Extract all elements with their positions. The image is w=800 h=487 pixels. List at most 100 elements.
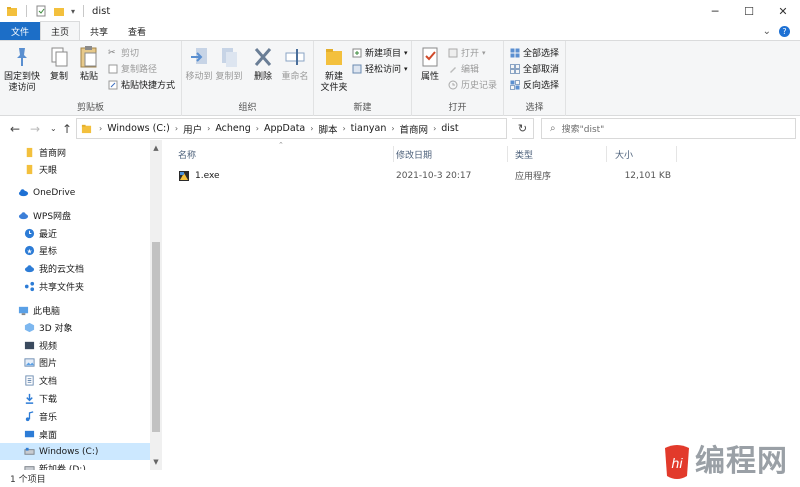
navigation-scrollbar[interactable]: ▲ ▼ <box>150 140 162 470</box>
move-to-button[interactable]: 移动到 <box>184 45 214 83</box>
folder-icon <box>26 147 33 158</box>
new-item-button[interactable]: 新建项目 ▾ <box>352 46 408 59</box>
nav-item-pictures[interactable]: 图片 <box>0 354 150 371</box>
nav-item-starred[interactable]: ★ 星标 <box>0 242 150 259</box>
tab-view[interactable]: 查看 <box>118 22 156 40</box>
rename-icon <box>285 49 305 65</box>
scrollbar-thumb[interactable] <box>152 242 160 432</box>
breadcrumb-user[interactable]: Acheng <box>215 123 250 134</box>
nav-item-shared-folder[interactable]: 共享文件夹 <box>0 278 150 295</box>
breadcrumb-shoushang[interactable]: 首商网 <box>400 122 429 136</box>
invert-selection-button[interactable]: 反向选择 <box>510 78 559 91</box>
copy-to-button[interactable]: 复制到 <box>214 45 244 83</box>
nav-item-downloads[interactable]: 下载 <box>0 390 150 407</box>
tab-file[interactable]: 文件 <box>0 22 40 40</box>
breadcrumb-users[interactable]: 用户 <box>183 122 202 136</box>
cut-button[interactable]: ✂ 剪切 <box>108 46 139 60</box>
customize-toolbar-icon[interactable]: ▾ <box>71 7 75 16</box>
breadcrumb-appdata[interactable]: AppData <box>264 123 305 134</box>
select-none-button[interactable]: 全部取消 <box>510 62 559 75</box>
delete-label: 删除 <box>253 72 272 82</box>
nav-item-label: 3D 对象 <box>39 324 73 334</box>
document-icon <box>25 375 34 386</box>
new-folder-icon <box>326 49 342 65</box>
edit-button[interactable]: 编辑 <box>448 62 479 75</box>
cube-icon <box>24 322 35 333</box>
select-all-label: 全部选择 <box>523 49 560 59</box>
tab-share[interactable]: 共享 <box>80 22 118 40</box>
nav-item-label: 音乐 <box>39 413 58 423</box>
nav-item-cloud-docs[interactable]: 我的云文档 <box>0 260 150 277</box>
history-button[interactable]: 历史记录 <box>448 78 497 91</box>
paste-button[interactable]: 粘贴 <box>76 45 102 83</box>
select-all-icon <box>510 48 520 57</box>
breadcrumb-tianyan[interactable]: tianyan <box>351 123 387 134</box>
delete-button[interactable]: 删除 <box>250 45 276 83</box>
column-header-name[interactable]: 名称 ⌃ <box>170 141 394 162</box>
file-name: 1.exe <box>195 170 220 181</box>
back-arrow-icon[interactable]: ← <box>10 122 20 136</box>
nav-item-tianyan[interactable]: 天眼 <box>0 161 150 178</box>
close-button[interactable]: ✕ <box>766 0 800 22</box>
minimize-button[interactable]: ─ <box>698 0 732 22</box>
breadcrumb-drive[interactable]: Windows (C:) <box>107 123 170 134</box>
copy-path-button[interactable]: 复制路径 <box>108 62 157 75</box>
table-row[interactable]: 1.exe 2021-10-3 20:17 应用程序 12,101 KB <box>170 167 680 184</box>
nav-item-label: 我的云文档 <box>39 265 85 275</box>
pin-quick-access-button[interactable]: 固定到快 速访问 <box>3 45 41 94</box>
chevron-down-icon[interactable]: ⌄ <box>763 26 771 37</box>
ribbon: 固定到快 速访问 复制 粘贴 ✂ 剪切 复制路径 粘贴快捷方式 剪贴板 移动到 <box>0 40 800 116</box>
select-all-button[interactable]: 全部选择 <box>510 46 559 59</box>
nav-item-shoushang[interactable]: 首商网 <box>0 144 150 161</box>
copy-button[interactable]: 复制 <box>46 45 72 83</box>
new-folder-button[interactable]: 新建 文件夹 <box>317 45 351 94</box>
properties-button[interactable]: 属性 <box>416 45 444 83</box>
nav-item-desktop[interactable]: 桌面 <box>0 426 150 443</box>
column-header-type[interactable]: 类型 <box>507 146 607 162</box>
column-header-size[interactable]: 大小 <box>607 146 677 162</box>
open-button[interactable]: 打开 ▾ <box>448 46 486 59</box>
nav-item-volume-d[interactable]: 新加卷 (D:) <box>0 460 150 470</box>
breadcrumb-scripts[interactable]: 脚本 <box>318 122 337 136</box>
up-arrow-icon[interactable]: ↑ <box>62 122 72 136</box>
nav-item-onedrive[interactable]: OneDrive <box>0 184 150 201</box>
nav-item-music[interactable]: 音乐 <box>0 408 150 425</box>
quick-access-toolbar: ▾ <box>0 0 86 22</box>
tab-home[interactable]: 主页 <box>40 21 81 40</box>
breadcrumb-separator: › <box>433 124 437 133</box>
nav-item-wps-drive[interactable]: WPS网盘 <box>0 207 150 224</box>
recent-locations-chevron-icon[interactable]: ⌄ <box>50 124 57 133</box>
properties-icon[interactable] <box>35 5 47 17</box>
paste-shortcut-button[interactable]: 粘贴快捷方式 <box>108 78 175 91</box>
scroll-down-icon[interactable]: ▼ <box>150 456 162 468</box>
new-folder-icon[interactable] <box>53 5 65 17</box>
nav-item-label: 图片 <box>39 359 58 369</box>
nav-item-label: WPS网盘 <box>33 212 72 222</box>
pin-label: 固定到快 速访问 <box>3 72 40 93</box>
dropdown-arrow-icon: ▾ <box>404 64 408 73</box>
edit-icon <box>450 66 456 73</box>
nav-item-3d-objects[interactable]: 3D 对象 <box>0 319 150 336</box>
help-icon[interactable]: ? <box>779 26 790 37</box>
sort-up-icon: ⌃ <box>278 141 284 149</box>
nav-item-videos[interactable]: 视频 <box>0 337 150 354</box>
easy-access-button[interactable]: 轻松访问 ▾ <box>352 62 408 75</box>
address-bar[interactable]: › Windows (C:) › 用户 › Acheng › AppData ›… <box>76 118 507 139</box>
nav-item-this-pc[interactable]: 此电脑 <box>0 302 150 319</box>
nav-item-windows-c[interactable]: Windows (C:) <box>0 443 150 460</box>
breadcrumb-dist[interactable]: dist <box>441 123 458 134</box>
open-label: 打开 <box>461 49 480 59</box>
scroll-up-icon[interactable]: ▲ <box>150 142 162 154</box>
refresh-button[interactable]: ↻ <box>512 118 534 139</box>
search-box[interactable]: ⌕ 搜索"dist" <box>541 118 796 139</box>
maximize-button[interactable]: ☐ <box>732 0 766 22</box>
nav-item-recent[interactable]: 最近 <box>0 225 150 242</box>
nav-item-documents[interactable]: 文档 <box>0 372 150 389</box>
search-placeholder: 搜索"dist" <box>561 125 605 135</box>
select-group-label: 选择 <box>525 103 544 113</box>
column-header-date[interactable]: 修改日期 <box>388 146 508 162</box>
forward-arrow-icon[interactable]: → <box>30 122 40 136</box>
nav-item-label: 新加卷 (D:) <box>39 465 86 470</box>
rename-button[interactable]: 重命名 <box>280 45 310 83</box>
select-none-label: 全部取消 <box>523 65 560 75</box>
